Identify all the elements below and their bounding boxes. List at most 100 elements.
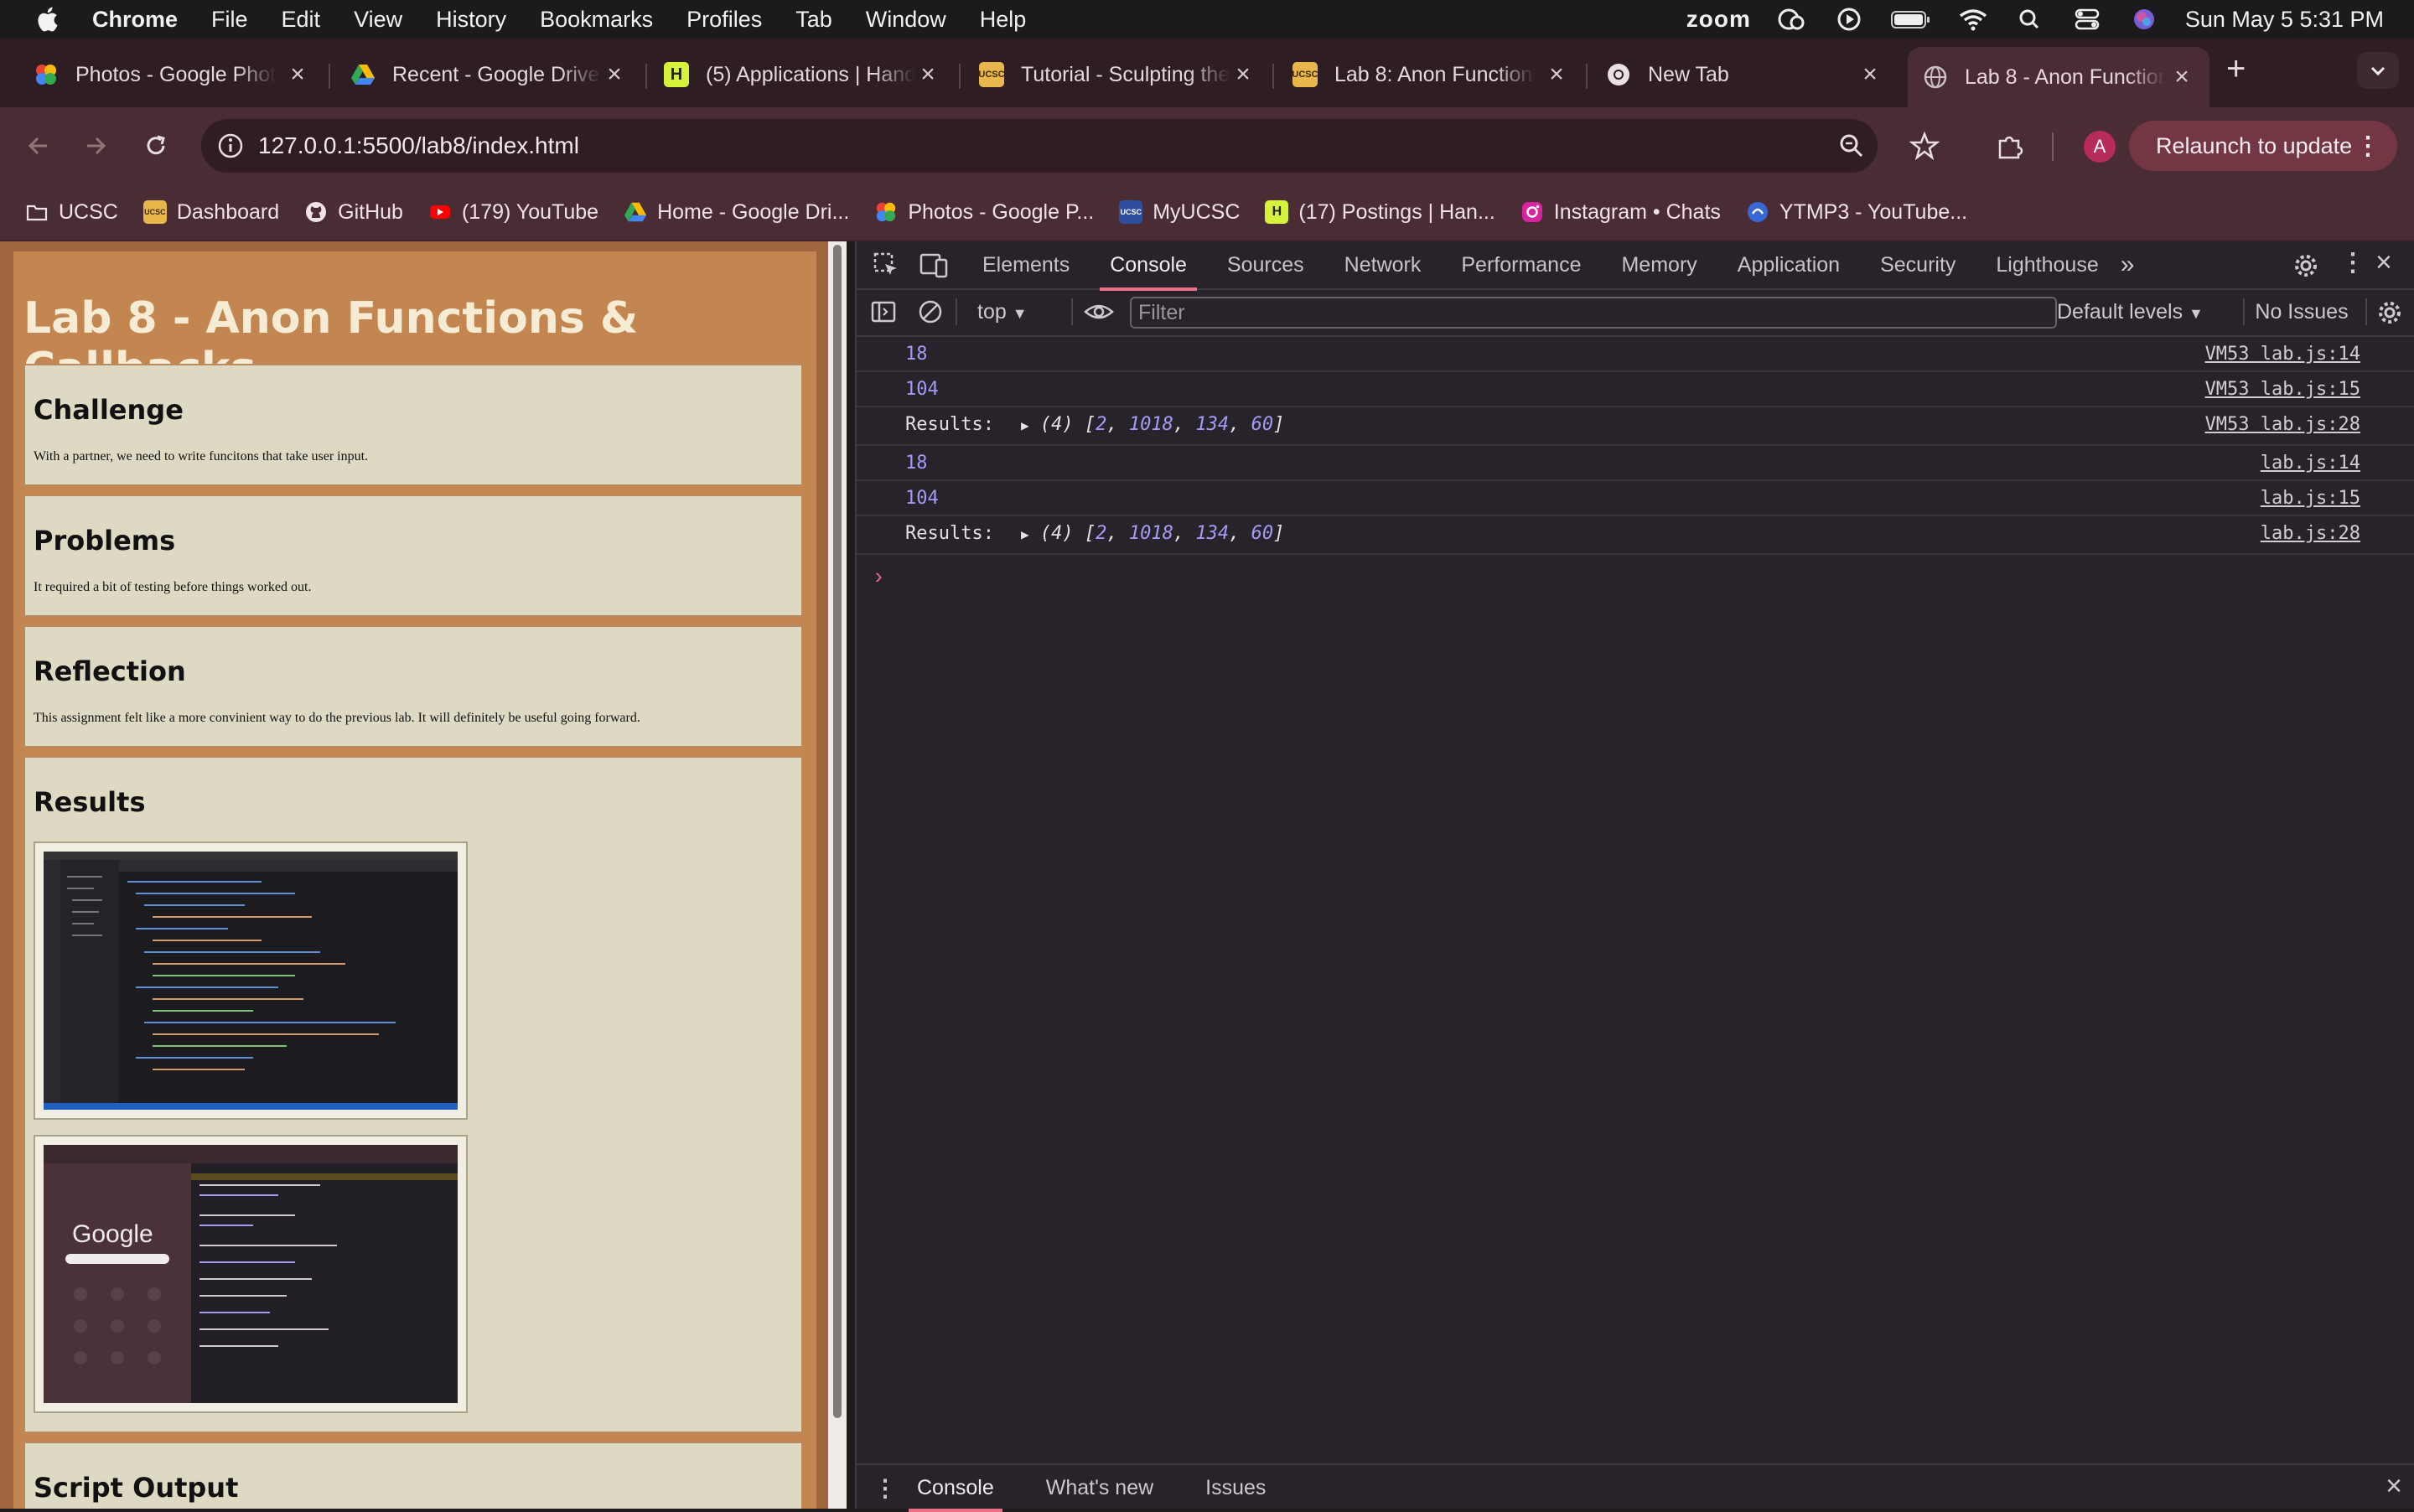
tab-close-icon[interactable]: × bbox=[1857, 62, 1883, 87]
bookmark-handshake-postings[interactable]: H (17) Postings | Han... bbox=[1265, 200, 1495, 225]
battery-icon[interactable] bbox=[1890, 7, 1932, 32]
log-array-preview[interactable]: ▶ (4) [2, 1018, 134, 60] bbox=[1021, 523, 1284, 544]
bookmark-youtube[interactable]: (179) YouTube bbox=[428, 200, 598, 225]
log-source-link[interactable]: VM53 lab.js:14 bbox=[2205, 344, 2360, 365]
devtools-tab-lighthouse[interactable]: Lighthouse bbox=[1996, 253, 2098, 277]
bookmark-ytmp3[interactable]: YTMP3 - YouTube... bbox=[1746, 200, 1967, 225]
drawer-tab-console[interactable]: Console bbox=[909, 1476, 1002, 1512]
tab-lab8-canvas[interactable]: UCSC Lab 8: Anon Functions × bbox=[1292, 49, 1569, 101]
tab-close-icon[interactable]: × bbox=[285, 62, 310, 87]
log-source-link[interactable]: VM53 lab.js:28 bbox=[2205, 414, 2360, 435]
drawer-close-icon[interactable]: × bbox=[2386, 1470, 2402, 1503]
siri-icon[interactable] bbox=[2128, 7, 2160, 32]
more-tabs-chevron-icon[interactable]: » bbox=[2121, 251, 2135, 279]
drawer-menu-icon[interactable]: ⋮ bbox=[873, 1474, 897, 1502]
devtools-tab-elements[interactable]: Elements bbox=[982, 253, 1070, 277]
issues-counter[interactable]: No Issues bbox=[2243, 300, 2360, 324]
tab-handshake-applications[interactable]: H (5) Applications | Handshake × bbox=[664, 49, 940, 101]
wifi-icon[interactable] bbox=[1957, 7, 1989, 32]
bookmark-folder-ucsc[interactable]: UCSC bbox=[25, 200, 118, 225]
drawer-tab-whats-new[interactable]: What's new bbox=[1046, 1476, 1153, 1500]
log-levels-dropdown[interactable]: Default levels ▼ bbox=[2057, 300, 2204, 324]
page-scrollbar[interactable] bbox=[828, 241, 847, 1509]
menu-view[interactable]: View bbox=[354, 7, 402, 33]
bookmark-myucsc[interactable]: UCSC MyUCSC bbox=[1119, 200, 1240, 225]
tab-close-icon[interactable]: × bbox=[2169, 65, 2194, 90]
menu-window[interactable]: Window bbox=[866, 7, 946, 33]
zoom-menu-extra[interactable]: zoom bbox=[1686, 6, 1751, 33]
clear-console-icon[interactable] bbox=[917, 298, 944, 325]
menu-profiles[interactable]: Profiles bbox=[686, 7, 762, 33]
results-screenshot-vscode[interactable] bbox=[34, 841, 468, 1120]
menu-tab[interactable]: Tab bbox=[795, 7, 832, 33]
address-bar[interactable]: 127.0.0.1:5500/lab8/index.html bbox=[201, 119, 1878, 173]
tab-close-icon[interactable]: × bbox=[1544, 62, 1569, 87]
devtools-tab-security[interactable]: Security bbox=[1880, 253, 1956, 277]
url-text[interactable]: 127.0.0.1:5500/lab8/index.html bbox=[258, 132, 579, 159]
apple-icon[interactable] bbox=[34, 4, 64, 34]
device-toolbar-icon[interactable] bbox=[919, 251, 949, 279]
drawer-tab-issues[interactable]: Issues bbox=[1205, 1476, 1266, 1500]
spotlight-search-icon[interactable] bbox=[2014, 7, 2046, 32]
page-scrollbar-thumb[interactable] bbox=[833, 245, 842, 1418]
menu-bookmarks[interactable]: Bookmarks bbox=[540, 7, 653, 33]
expand-triangle-icon[interactable]: ▶ bbox=[1021, 417, 1029, 433]
menu-help[interactable]: Help bbox=[980, 7, 1027, 33]
inspect-element-icon[interactable] bbox=[872, 251, 900, 279]
menu-app-chrome[interactable]: Chrome bbox=[92, 7, 178, 33]
profile-avatar[interactable]: A bbox=[2084, 131, 2116, 163]
new-tab-plus-icon[interactable]: + bbox=[2226, 50, 2246, 88]
creative-cloud-icon[interactable] bbox=[1776, 7, 1808, 32]
tab-close-icon[interactable]: × bbox=[1230, 62, 1256, 87]
live-expression-eye-icon[interactable] bbox=[1083, 298, 1115, 325]
bookmark-google-photos[interactable]: Photos - Google P... bbox=[874, 200, 1094, 225]
tab-new-tab[interactable]: New Tab × bbox=[1606, 49, 1883, 101]
bookmark-github[interactable]: GitHub bbox=[304, 200, 403, 225]
console-prompt-chevron-icon[interactable]: › bbox=[875, 563, 883, 589]
log-source-link[interactable]: lab.js:15 bbox=[2261, 488, 2360, 509]
extensions-puzzle-icon[interactable] bbox=[1995, 131, 2025, 161]
tab-lab8-active[interactable]: Lab 8 - Anon Functions × bbox=[1908, 47, 2209, 107]
control-center-icon[interactable] bbox=[2071, 7, 2103, 32]
tab-google-photos[interactable]: Photos - Google Photos × bbox=[34, 49, 310, 101]
context-selector[interactable]: top ▼ bbox=[977, 300, 1028, 324]
tab-close-icon[interactable]: × bbox=[602, 62, 627, 87]
forward-arrow-icon[interactable] bbox=[74, 124, 117, 168]
tab-tutorial-sculpting[interactable]: UCSC Tutorial - Sculpting the Web × bbox=[979, 49, 1256, 101]
log-source-link[interactable]: VM53 lab.js:15 bbox=[2205, 379, 2360, 400]
play-circle-icon[interactable] bbox=[1833, 7, 1865, 32]
tab-search-chevron-icon[interactable] bbox=[2357, 52, 2399, 89]
devtools-tab-console[interactable]: Console bbox=[1100, 253, 1197, 291]
menubar-datetime[interactable]: Sun May 5 5:31 PM bbox=[2185, 7, 2384, 33]
console-filter-input[interactable]: Filter bbox=[1130, 297, 2057, 329]
reload-icon[interactable] bbox=[134, 124, 178, 168]
expand-triangle-icon[interactable]: ▶ bbox=[1021, 526, 1029, 542]
back-arrow-icon[interactable] bbox=[17, 124, 60, 168]
bookmark-star-icon[interactable] bbox=[1909, 131, 1940, 161]
console-settings-gear-icon[interactable] bbox=[2375, 298, 2404, 327]
results-screenshot-chrome[interactable]: Google bbox=[34, 1135, 468, 1413]
devtools-kebab-menu-icon[interactable]: ⋮ bbox=[2340, 248, 2365, 277]
tab-close-icon[interactable]: × bbox=[915, 62, 940, 87]
menu-edit[interactable]: Edit bbox=[282, 7, 321, 33]
log-source-link[interactable]: lab.js:28 bbox=[2261, 523, 2360, 544]
log-array-preview[interactable]: ▶ (4) [2, 1018, 134, 60] bbox=[1021, 414, 1284, 435]
devtools-tab-application[interactable]: Application bbox=[1738, 253, 1840, 277]
devtools-close-icon[interactable]: × bbox=[2375, 246, 2392, 279]
devtools-tab-performance[interactable]: Performance bbox=[1461, 253, 1581, 277]
relaunch-to-update-button[interactable]: Relaunch to update ⋮ bbox=[2129, 121, 2397, 171]
devtools-tab-sources[interactable]: Sources bbox=[1227, 253, 1304, 277]
zoom-magnifier-icon[interactable] bbox=[1837, 132, 1866, 160]
log-source-link[interactable]: lab.js:14 bbox=[2261, 453, 2360, 474]
bookmark-instagram[interactable]: Instagram • Chats bbox=[1520, 200, 1721, 225]
tab-google-drive[interactable]: Recent - Google Drive × bbox=[350, 49, 627, 101]
menu-file[interactable]: File bbox=[211, 7, 248, 33]
settings-gear-icon[interactable] bbox=[2292, 251, 2320, 280]
bookmark-dashboard[interactable]: UCSC Dashboard bbox=[142, 200, 279, 225]
sidebar-toggle-icon[interactable] bbox=[870, 298, 897, 325]
devtools-tab-network[interactable]: Network bbox=[1344, 253, 1422, 277]
devtools-tab-memory[interactable]: Memory bbox=[1621, 253, 1697, 277]
bookmark-google-drive[interactable]: Home - Google Dri... bbox=[624, 200, 849, 225]
menu-history[interactable]: History bbox=[436, 7, 506, 33]
site-info-icon[interactable] bbox=[216, 132, 245, 160]
